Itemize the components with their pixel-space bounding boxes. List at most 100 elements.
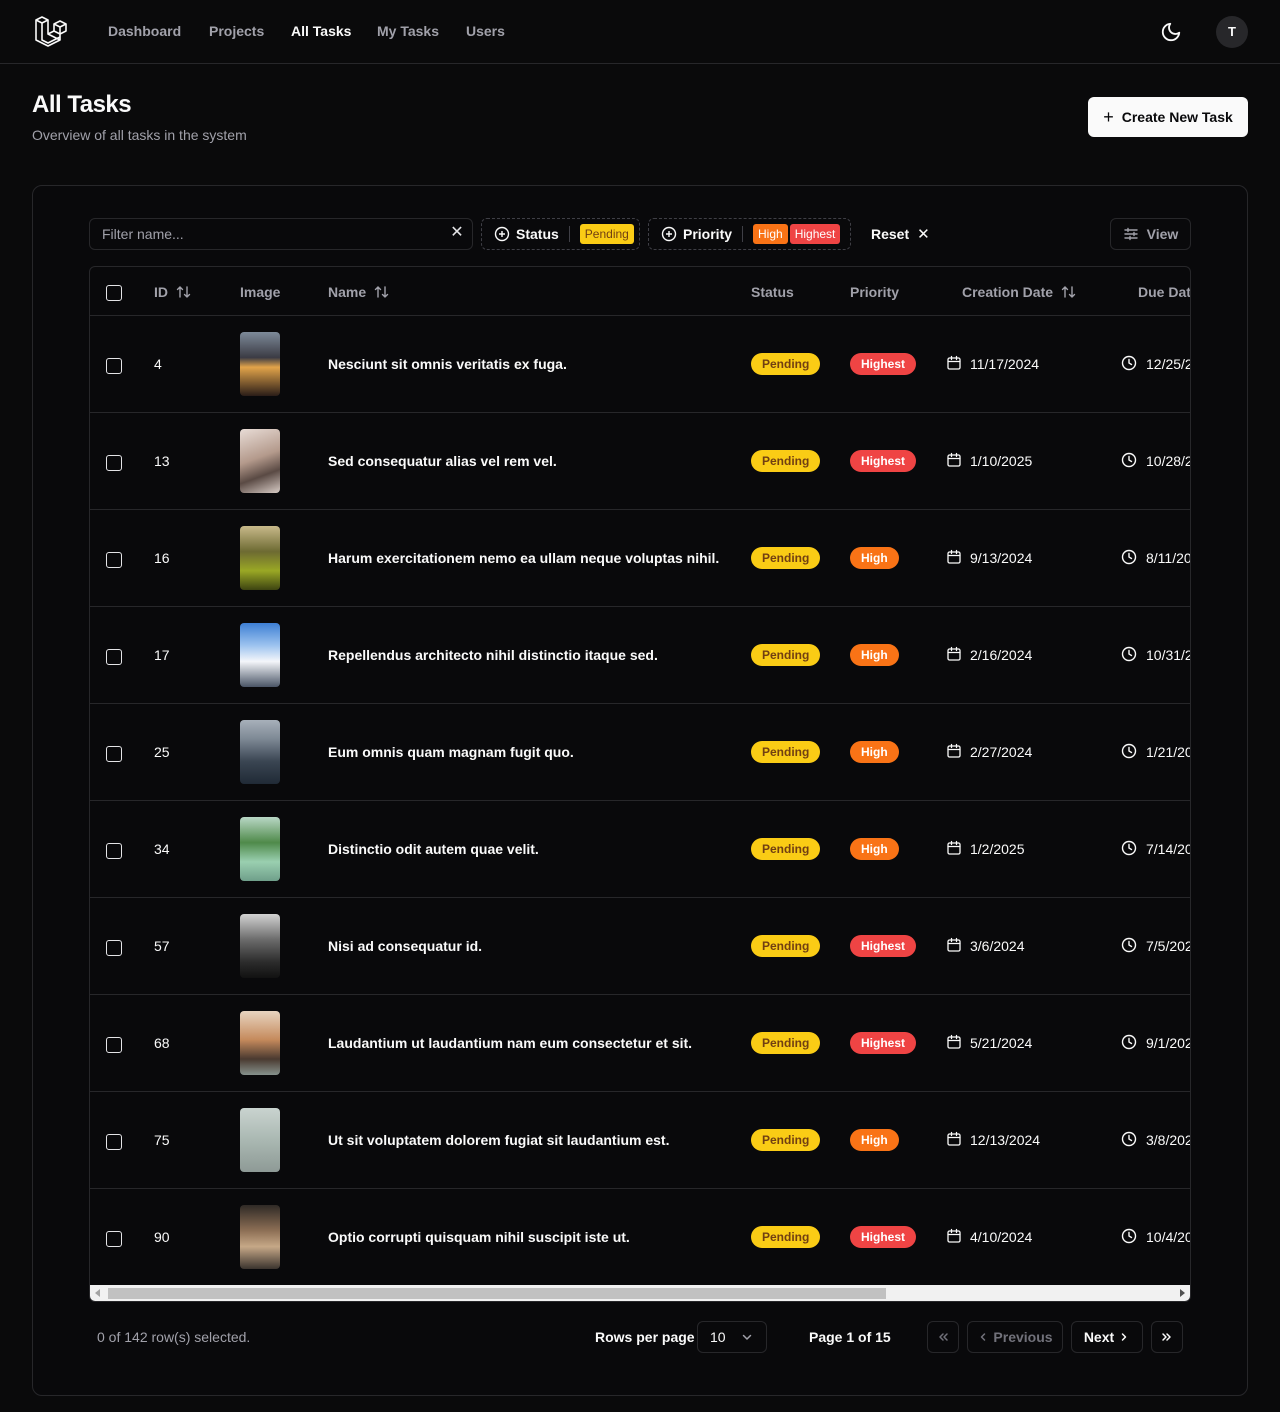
task-name[interactable]: Optio corrupti quisquam nihil suscipit i… bbox=[328, 1229, 630, 1245]
due-date: 7/14/20 bbox=[1146, 841, 1191, 857]
first-page-button[interactable] bbox=[927, 1321, 959, 1353]
row-checkbox[interactable] bbox=[106, 455, 122, 471]
clock-icon bbox=[1121, 1034, 1137, 1050]
clock-icon bbox=[1121, 355, 1137, 371]
task-name[interactable]: Nisi ad consequatur id. bbox=[328, 938, 482, 954]
scroll-left-icon[interactable] bbox=[95, 1289, 100, 1297]
reset-filters-button[interactable]: Reset ✕ bbox=[871, 225, 930, 243]
column-name-label: Name bbox=[328, 284, 367, 300]
scroll-right-icon[interactable] bbox=[1180, 1289, 1185, 1297]
task-image bbox=[240, 429, 280, 493]
priority-filter-button[interactable]: Priority High Highest bbox=[648, 218, 851, 250]
create-task-label: Create New Task bbox=[1121, 109, 1233, 125]
table-row[interactable]: 34 Distinctio odit autem quae velit. Pendi… bbox=[90, 801, 1191, 898]
column-due-date[interactable]: Due Dat bbox=[1138, 284, 1190, 300]
table-row[interactable]: 90 Optio corrupti quisquam nihil suscipit… bbox=[90, 1189, 1190, 1286]
page-info: Page 1 of 15 bbox=[809, 1329, 891, 1345]
clock-icon bbox=[1121, 549, 1137, 565]
row-checkbox[interactable] bbox=[106, 649, 122, 665]
creation-date: 12/13/2024 bbox=[970, 1132, 1041, 1148]
priority-filter-label: Priority bbox=[683, 226, 733, 242]
status-badge: Pending bbox=[751, 741, 821, 763]
column-id-label: ID bbox=[154, 284, 168, 300]
last-page-button[interactable] bbox=[1151, 1321, 1183, 1353]
filter-name-input[interactable]: Filter name... bbox=[89, 218, 473, 250]
row-checkbox[interactable] bbox=[106, 1037, 122, 1053]
task-image bbox=[240, 623, 280, 687]
row-checkbox[interactable] bbox=[106, 1134, 122, 1150]
row-checkbox[interactable] bbox=[106, 552, 122, 568]
chevrons-left-icon bbox=[939, 1333, 948, 1341]
priority-badge: High bbox=[850, 644, 899, 666]
nav-all-tasks[interactable]: All Tasks bbox=[291, 23, 351, 39]
laravel-logo-icon[interactable] bbox=[34, 14, 68, 48]
moon-icon[interactable] bbox=[1160, 21, 1182, 43]
task-name[interactable]: Eum omnis quam magnam fugit quo. bbox=[328, 744, 574, 760]
task-image bbox=[240, 1011, 280, 1075]
column-id[interactable]: ID bbox=[154, 284, 192, 300]
table-row[interactable]: 57 Nisi ad consequatur id. Pending Highest 3… bbox=[90, 898, 1190, 995]
status-badge: Pending bbox=[751, 1129, 821, 1151]
row-checkbox[interactable] bbox=[106, 1231, 122, 1247]
user-avatar[interactable]: T bbox=[1216, 16, 1248, 48]
row-checkbox[interactable] bbox=[106, 940, 122, 956]
task-name[interactable]: Harum exercitationem nemo ea ullam neque… bbox=[328, 550, 719, 566]
divider bbox=[568, 226, 570, 242]
table-row[interactable]: 13 Sed consequatur alias vel rem vel. Pend… bbox=[90, 413, 1190, 510]
rows-per-page-select[interactable]: 10 bbox=[697, 1321, 767, 1353]
sort-icon bbox=[374, 286, 389, 298]
calendar-icon bbox=[946, 549, 962, 565]
status-badge: Pending bbox=[751, 353, 821, 375]
column-name[interactable]: Name bbox=[328, 284, 390, 300]
priority-badge: High bbox=[850, 1129, 899, 1151]
table-row[interactable]: 75 Ut sit voluptatem dolorem fugiat sit l… bbox=[90, 1092, 1190, 1189]
table-row[interactable]: 17 Repellendus architecto nihil distincti… bbox=[90, 607, 1190, 704]
clock-icon bbox=[1121, 452, 1137, 468]
column-image-label: Image bbox=[240, 284, 281, 300]
task-name[interactable]: Laudantium ut laudantium nam eum consect… bbox=[328, 1035, 692, 1051]
status-chip-pending: Pending bbox=[579, 224, 634, 244]
row-checkbox[interactable] bbox=[106, 746, 122, 762]
task-name[interactable]: Repellendus architecto nihil distinctio … bbox=[328, 647, 658, 663]
create-task-button[interactable]: + Create New Task bbox=[1088, 97, 1248, 137]
view-options-button[interactable]: View bbox=[1110, 218, 1191, 250]
nav-users[interactable]: Users bbox=[466, 23, 505, 39]
task-name[interactable]: Distinctio odit autem quae velit. bbox=[328, 841, 539, 857]
creation-date: 3/6/2024 bbox=[970, 938, 1025, 954]
top-navbar: Dashboard Projects All Tasks My Tasks Us… bbox=[0, 0, 1280, 64]
table-row[interactable]: 68 Laudantium ut laudantium nam eum conse… bbox=[90, 995, 1190, 1092]
status-filter-button[interactable]: Status Pending bbox=[481, 218, 640, 250]
clear-filter-icon[interactable]: ✕ bbox=[449, 225, 465, 241]
select-all-checkbox[interactable] bbox=[106, 285, 122, 301]
clock-icon bbox=[1121, 840, 1137, 856]
task-name[interactable]: Ut sit voluptatem dolorem fugiat sit lau… bbox=[328, 1132, 669, 1148]
table-row[interactable]: 4 Nesciunt sit omnis veritatis ex fuga. Pe… bbox=[90, 316, 1190, 413]
calendar-icon bbox=[946, 452, 962, 468]
clock-icon bbox=[1121, 646, 1137, 662]
task-name[interactable]: Sed consequatur alias vel rem vel. bbox=[328, 453, 557, 469]
previous-page-button[interactable]: Previous bbox=[967, 1321, 1063, 1353]
priority-badge: High bbox=[850, 547, 899, 569]
table-row[interactable]: 16 Harum exercitationem nemo ea ullam neq… bbox=[90, 510, 1190, 607]
view-label: View bbox=[1146, 226, 1179, 242]
column-creation-date[interactable]: Creation Date bbox=[962, 284, 1077, 300]
creation-date: 4/10/2024 bbox=[970, 1229, 1033, 1245]
status-badge: Pending bbox=[751, 1032, 821, 1054]
next-page-button[interactable]: Next bbox=[1071, 1321, 1143, 1353]
row-checkbox[interactable] bbox=[106, 843, 122, 859]
task-id: 68 bbox=[154, 1035, 170, 1051]
scrollbar-thumb[interactable] bbox=[108, 1288, 886, 1299]
nav-projects[interactable]: Projects bbox=[209, 23, 264, 39]
nav-my-tasks[interactable]: My Tasks bbox=[377, 23, 439, 39]
calendar-icon bbox=[946, 1228, 962, 1244]
task-name[interactable]: Nesciunt sit omnis veritatis ex fuga. bbox=[328, 356, 567, 372]
task-id: 34 bbox=[154, 841, 170, 857]
table-row[interactable]: 25 Eum omnis quam magnam fugit quo. Pendin… bbox=[90, 704, 1190, 801]
horizontal-scrollbar[interactable] bbox=[90, 1285, 1190, 1301]
priority-badge: Highest bbox=[850, 935, 917, 957]
row-checkbox[interactable] bbox=[106, 358, 122, 374]
creation-date: 1/10/2025 bbox=[970, 453, 1033, 469]
creation-date: 2/27/2024 bbox=[970, 744, 1033, 760]
nav-dashboard[interactable]: Dashboard bbox=[108, 23, 181, 39]
page-subtitle: Overview of all tasks in the system bbox=[32, 127, 247, 143]
